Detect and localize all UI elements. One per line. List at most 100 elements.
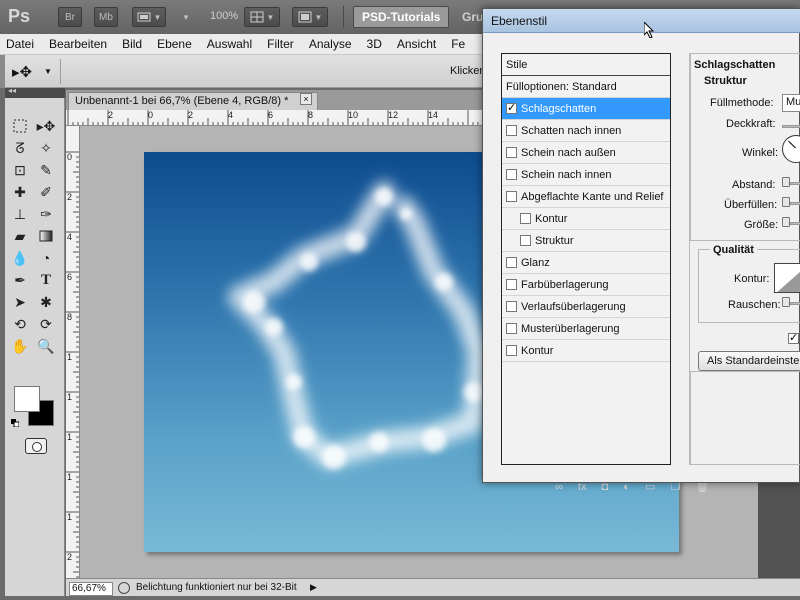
style-checkbox[interactable] [520,235,531,246]
style-item[interactable]: Schatten nach innen [502,120,670,142]
lasso-tool-icon[interactable]: ᘔ [9,138,31,158]
chevron-down-icon[interactable]: ▼ [44,67,52,76]
blur-tool-icon[interactable]: 💧 [9,248,31,268]
menu-fenster[interactable]: Fe [451,37,465,51]
style-checkbox[interactable] [506,147,517,158]
menu-bild[interactable]: Bild [122,37,142,51]
close-icon[interactable]: × [300,93,312,105]
style-item-label: Kontur [521,344,554,357]
style-item[interactable]: Kontur [502,208,670,230]
style-checkbox[interactable] [506,169,517,180]
style-item[interactable]: Glanz [502,252,670,274]
style-checkbox[interactable] [506,279,517,290]
opacity-slider[interactable] [782,125,800,128]
bridge-button[interactable]: Br [58,7,82,27]
move-tool-icon[interactable]: ▸✥ [35,116,57,136]
hand-tool-icon[interactable]: ✋ [9,336,31,356]
eraser-tool-icon[interactable]: ▰ [9,226,31,246]
menu-analyse[interactable]: Analyse [309,37,352,51]
collapse-icon[interactable]: ◂◂ [8,86,16,95]
3d-orbit-tool-icon[interactable]: ⟳ [35,314,57,334]
style-item[interactable]: Abgeflachte Kante und Relief [502,186,670,208]
mini-bridge-button[interactable]: Mb [94,7,118,27]
style-checkbox[interactable] [506,257,517,268]
default-colors-icon[interactable] [11,418,20,428]
make-default-button[interactable]: Als Standardeinstellun [698,351,800,371]
style-item[interactable]: Schein nach innen [502,164,670,186]
dodge-tool-icon[interactable]: ◔ [35,248,57,268]
options-bar-grip[interactable] [0,55,5,88]
zoom-dropdown-button[interactable]: ▼ [176,7,196,27]
style-checkbox[interactable] [520,213,531,224]
eyedropper-tool-icon[interactable]: ✎ [35,160,57,180]
size-slider-knob[interactable] [782,217,790,227]
style-item[interactable]: Struktur [502,230,670,252]
menu-ebene[interactable]: Ebene [157,37,192,51]
style-checkbox[interactable] [506,191,517,202]
menu-datei[interactable]: Datei [6,37,34,51]
noise-slider[interactable] [790,302,800,305]
style-item[interactable]: Schein nach außen [502,142,670,164]
brush-tool-icon[interactable]: ✐ [35,182,57,202]
3d-rotate-tool-icon[interactable]: ⟲ [9,314,31,334]
style-item[interactable]: Musterüberlagerung [502,318,670,340]
document-tab[interactable]: Unbenannt-1 bei 66,7% (Ebene 4, RGB/8) * [68,92,318,110]
style-checkbox[interactable] [506,101,517,114]
history-brush-tool-icon[interactable]: ✑ [35,204,57,224]
spread-slider[interactable] [790,202,800,205]
menu-filter[interactable]: Filter [267,37,294,51]
quick-mask-icon[interactable] [25,438,47,454]
layer-knocks-out-checkbox[interactable] [788,331,799,344]
style-checkbox[interactable] [506,125,517,136]
style-item[interactable]: Schlagschatten [502,98,670,120]
status-bar: 66,67% Belichtung funktioniert nur bei 3… [66,578,800,596]
menu-3d[interactable]: 3D [367,37,382,51]
custom-shape-tool-icon[interactable]: ✱ [35,292,57,312]
crop-tool-icon[interactable]: ⊡ [9,160,31,180]
distance-slider-knob[interactable] [782,177,790,187]
type-tool-icon[interactable]: T [35,270,57,290]
style-item[interactable]: Fülloptionen: Standard [502,76,670,98]
contour-preview[interactable] [774,263,800,293]
styles-header[interactable]: Stile [502,54,670,76]
spread-slider-knob[interactable] [782,197,790,207]
size-slider[interactable] [790,222,800,225]
workspace-tab-psd-tutorials[interactable]: PSD-Tutorials [353,6,450,28]
tools-panel-header[interactable]: ◂◂ [5,86,65,98]
menu-bearbeiten[interactable]: Bearbeiten [49,37,107,51]
zoom-field[interactable]: 66,67% [69,582,113,596]
vertical-ruler[interactable]: 0 2 4 6 8 1 1 1 1 1 2 [66,126,80,578]
style-checkbox[interactable] [506,301,517,312]
path-selection-tool-icon[interactable]: ➤ [9,292,31,312]
view-extras-button[interactable]: ▼ [132,7,166,27]
style-item-label: Struktur [535,234,574,247]
zoom-tool-icon[interactable]: 🔍 [35,336,57,356]
noise-slider-knob[interactable] [782,297,790,307]
magic-wand-tool-icon[interactable]: ✧ [35,138,57,158]
pen-tool-icon[interactable]: ✒ [9,270,31,290]
spread-label: Überfüllen: [724,199,778,211]
move-tool-icon[interactable]: ▸✥ [12,63,32,81]
zoom-level[interactable]: 100% [210,10,238,22]
style-checkbox[interactable] [506,345,517,356]
ruler-label: 4 [228,110,234,120]
foreground-color-swatch[interactable] [14,386,40,412]
screen-mode-button[interactable]: ▼ [292,7,328,27]
film-icon [137,12,151,22]
marquee-tool-icon[interactable] [9,116,31,136]
info-icon[interactable] [118,582,130,594]
menu-ansicht[interactable]: Ansicht [397,37,436,51]
fill-method-select[interactable]: Mult [782,94,800,112]
dialog-title-bar[interactable]: Ebenenstil [483,9,800,33]
arrange-documents-button[interactable]: ▼ [244,7,280,27]
style-item[interactable]: Farbüberlagerung [502,274,670,296]
style-item[interactable]: Kontur [502,340,670,362]
status-menu-arrow-icon[interactable]: ▶ [310,582,317,593]
stamp-tool-icon[interactable]: ⊥ [9,204,31,224]
distance-slider[interactable] [790,182,800,185]
healing-brush-tool-icon[interactable]: ✚ [9,182,31,202]
style-checkbox[interactable] [506,323,517,334]
menu-auswahl[interactable]: Auswahl [207,37,252,51]
gradient-tool-icon[interactable] [35,226,57,246]
style-item[interactable]: Verlaufsüberlagerung [502,296,670,318]
